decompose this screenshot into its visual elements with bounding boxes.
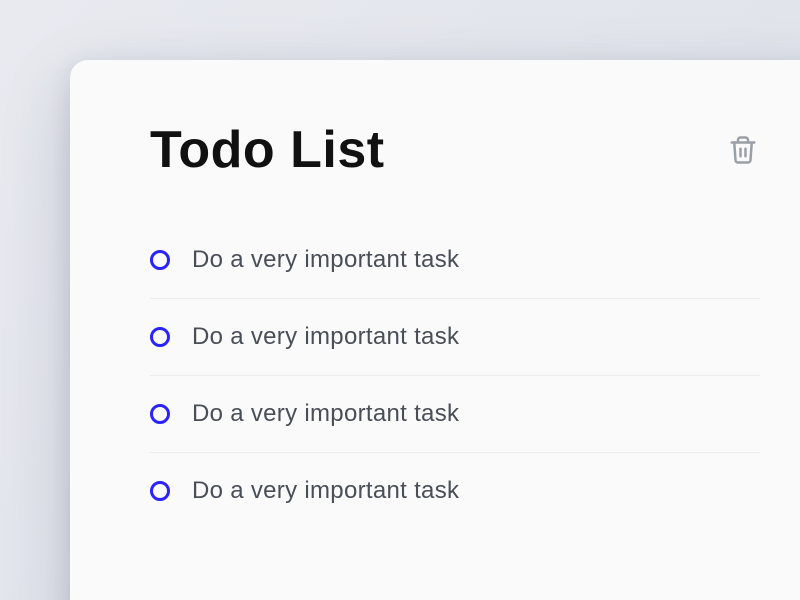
list-item[interactable]: Do a very important task (150, 376, 760, 453)
task-radio[interactable] (150, 250, 170, 270)
task-radio[interactable] (150, 404, 170, 424)
todo-card: Todo List Do a very important task Do a … (70, 60, 800, 600)
list-item[interactable]: Do a very important task (150, 299, 760, 376)
header: Todo List (150, 120, 760, 180)
list-item[interactable]: Do a very important task (150, 222, 760, 299)
task-label: Do a very important task (192, 477, 459, 505)
task-radio[interactable] (150, 327, 170, 347)
clear-all-button[interactable] (726, 133, 760, 167)
task-label: Do a very important task (192, 400, 459, 428)
list-item[interactable]: Do a very important task (150, 453, 760, 529)
task-label: Do a very important task (192, 246, 459, 274)
page-title: Todo List (150, 120, 385, 180)
task-list: Do a very important task Do a very impor… (150, 222, 760, 529)
task-radio[interactable] (150, 481, 170, 501)
trash-icon (728, 134, 758, 166)
task-label: Do a very important task (192, 323, 459, 351)
